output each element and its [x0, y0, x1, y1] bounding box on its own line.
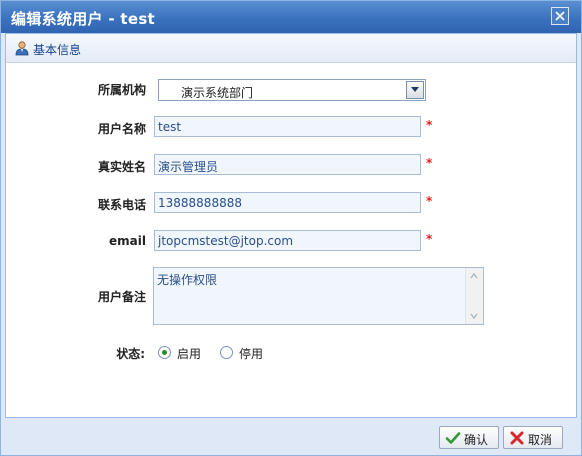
scroll-down-arrow-icon — [470, 313, 478, 320]
realname-required-mark: * — [426, 156, 433, 170]
status-enabled-label[interactable]: 启用 — [177, 345, 201, 362]
email-label: email — [109, 234, 146, 248]
org-select-dropdown-button[interactable] — [406, 81, 424, 99]
close-icon — [555, 11, 565, 21]
email-field[interactable]: jtopcmstest@jtop.com — [154, 230, 421, 251]
phone-field[interactable]: 13888888888 — [154, 192, 421, 213]
scroll-up-arrow-icon — [470, 272, 478, 279]
username-required-mark: * — [426, 118, 433, 132]
scroll-up-button[interactable] — [466, 268, 482, 284]
dialog-title: 编辑系统用户 - test — [11, 10, 156, 28]
email-required-mark: * — [426, 232, 433, 246]
confirm-button[interactable]: 确认 — [439, 426, 499, 449]
org-select-value: 演示系统部门 — [181, 86, 254, 100]
org-select[interactable]: 演示系统部门 — [158, 79, 426, 101]
realname-label: 真实姓名 — [97, 160, 146, 174]
remark-scrollbar[interactable] — [465, 268, 483, 324]
org-label: 所属机构 — [97, 83, 146, 97]
status-disabled-radio[interactable] — [220, 346, 233, 359]
chevron-down-icon — [411, 87, 419, 92]
remark-textarea[interactable]: 无操作权限 — [153, 267, 484, 325]
user-icon — [15, 41, 29, 56]
phone-required-mark: * — [426, 194, 433, 208]
cancel-button-label: 取消 — [528, 433, 553, 447]
scroll-down-button[interactable] — [466, 308, 482, 324]
checkmark-icon — [445, 432, 461, 444]
dialog-title-bar[interactable]: 编辑系统用户 - test — [1, 1, 581, 33]
confirm-button-label: 确认 — [464, 433, 489, 447]
radio-selected-dot — [162, 350, 167, 355]
status-enabled-radio[interactable] — [158, 346, 171, 359]
edit-user-dialog: 编辑系统用户 - test 基本信息 所属机构 演示系统部门 用户名称 test… — [0, 0, 582, 456]
close-button[interactable] — [551, 7, 569, 25]
section-title: 基本信息 — [33, 43, 82, 57]
remark-label: 用户备注 — [97, 290, 146, 304]
realname-field[interactable]: 演示管理员 — [154, 154, 421, 175]
section-header: 基本信息 — [6, 34, 576, 63]
status-disabled-label[interactable]: 停用 — [239, 345, 263, 362]
username-field[interactable]: test — [154, 116, 421, 137]
status-label: 状态: — [116, 347, 145, 361]
username-label: 用户名称 — [97, 122, 146, 136]
cancel-x-icon — [510, 431, 524, 445]
cancel-button[interactable]: 取消 — [503, 426, 563, 449]
dialog-footer: 确认 取消 — [5, 419, 577, 453]
phone-label: 联系电话 — [97, 198, 146, 212]
remark-text: 无操作权限 — [157, 273, 218, 287]
